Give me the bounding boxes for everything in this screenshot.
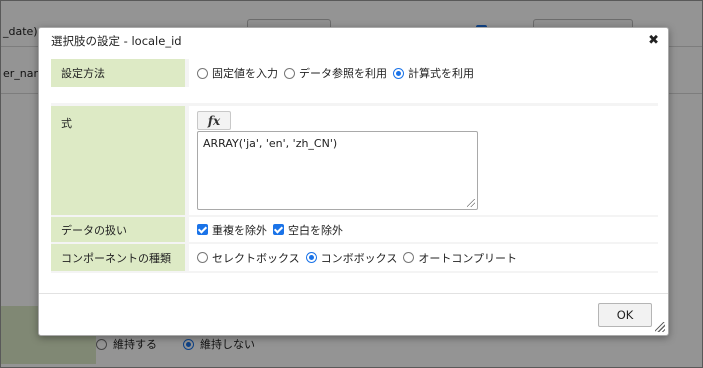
radio-formula-circle[interactable] <box>393 67 404 79</box>
radio-combo-box-circle[interactable] <box>305 252 317 263</box>
fx-button[interactable]: fx <box>197 111 231 130</box>
formula-label: 式 <box>51 106 185 215</box>
setting-method-label: 設定方法 <box>51 59 185 87</box>
radio-data-reference-circle[interactable] <box>284 67 295 79</box>
setting-method-row: 設定方法 固定値を入力 データ参照を利用 計算式を利用 <box>51 59 658 87</box>
component-type-options: セレクトボックス コンボボックス オートコンプリート <box>189 244 658 271</box>
radio-autocomplete-label: オートコンプリート <box>418 251 518 265</box>
radio-fixed-value[interactable]: 固定値を入力 <box>197 65 278 81</box>
formula-section: 式 fx ARRAY('ja', 'en', 'zh_CN') データの扱い 重… <box>51 103 658 273</box>
checkbox-exclude-duplicates-box[interactable] <box>197 224 208 235</box>
formula-editor: fx ARRAY('ja', 'en', 'zh_CN') <box>189 106 658 215</box>
radio-autocomplete[interactable]: オートコンプリート <box>403 250 517 266</box>
radio-select-box[interactable]: セレクトボックス <box>197 250 300 266</box>
radio-fixed-value-circle[interactable] <box>197 67 208 79</box>
setting-method-options: 固定値を入力 データ参照を利用 計算式を利用 <box>189 59 658 87</box>
close-icon[interactable]: ✖ <box>648 34 659 47</box>
radio-fixed-value-label: 固定値を入力 <box>212 67 278 80</box>
dialog-resize-icon[interactable] <box>655 322 665 332</box>
data-handling-label: データの扱い <box>51 217 185 242</box>
choice-settings-dialog: 選択肢の設定 - locale_id ✖ 設定方法 固定値を入力 データ参照を利… <box>38 27 669 336</box>
radio-data-reference[interactable]: データ参照を利用 <box>284 65 387 81</box>
dialog-footer: OK <box>39 293 668 335</box>
radio-combo-box-label: コンボボックス <box>320 251 398 265</box>
radio-select-box-label: セレクトボックス <box>212 251 300 265</box>
checkbox-exclude-blanks[interactable]: 空白を除外 <box>273 222 343 238</box>
radio-data-reference-label: データ参照を利用 <box>299 67 387 80</box>
checkbox-exclude-blanks-box[interactable] <box>273 224 284 235</box>
formula-textarea[interactable]: ARRAY('ja', 'en', 'zh_CN') <box>197 131 478 210</box>
checkbox-exclude-duplicates-label: 重複を除外 <box>212 223 267 237</box>
data-handling-options: 重複を除外 空白を除外 <box>189 217 658 242</box>
dialog-title: 選択肢の設定 - locale_id <box>51 34 182 48</box>
radio-select-box-circle[interactable] <box>197 252 208 263</box>
radio-formula-label: 計算式を利用 <box>408 67 474 80</box>
ok-button[interactable]: OK <box>598 303 652 327</box>
checkbox-exclude-blanks-label: 空白を除外 <box>288 223 343 237</box>
formula-text: ARRAY('ja', 'en', 'zh_CN') <box>203 137 338 150</box>
checkbox-exclude-duplicates[interactable]: 重複を除外 <box>197 222 267 238</box>
component-type-label: コンポーネントの種類 <box>51 244 185 271</box>
textarea-resize-icon[interactable] <box>467 199 475 207</box>
radio-combo-box[interactable]: コンボボックス <box>305 250 398 266</box>
radio-formula[interactable]: 計算式を利用 <box>393 65 474 81</box>
radio-autocomplete-circle[interactable] <box>403 252 415 263</box>
